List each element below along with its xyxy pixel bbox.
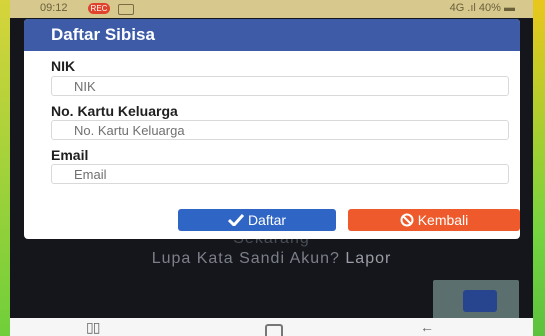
checkmark-icon (227, 214, 244, 226)
block-icon (400, 213, 414, 227)
kembali-button-label: Kembali (417, 212, 469, 228)
message-icon (118, 4, 134, 15)
back-arrow-icon[interactable]: ← (420, 319, 434, 335)
forgot-password-prompt: Lupa Kata Sandi Akun? (151, 250, 340, 267)
kartu-keluarga-input[interactable] (51, 120, 509, 140)
kembali-button[interactable]: Kembali (348, 209, 520, 231)
recent-apps-icon[interactable]: ▯▯ (86, 319, 100, 335)
lapor-link[interactable]: Lapor (345, 250, 391, 267)
daftar-button-label: Daftar (247, 212, 287, 228)
home-icon[interactable] (265, 324, 283, 336)
status-bar: 09:12 REC 4G .ıl 40% ▬ (10, 0, 533, 18)
status-time: 09:12 (40, 2, 68, 14)
phone-screen: 09:12 REC 4G .ıl 40% ▬ Sekarang Lupa Kat… (10, 0, 533, 336)
status-signal-battery: 4G .ıl 40% ▬ (449, 2, 515, 14)
left-edge (0, 0, 10, 336)
nik-label: NIK (51, 58, 76, 74)
navigation-bar: ▯▯ ← (10, 318, 533, 336)
registration-dialog: Daftar Sibisa NIK No. Kartu Keluarga Ema… (24, 19, 520, 239)
nik-input[interactable] (51, 76, 509, 96)
email-label: Email (51, 147, 89, 163)
recording-indicator-icon: REC (88, 3, 110, 14)
daftar-button[interactable]: Daftar (178, 209, 336, 231)
dialog-title: Daftar Sibisa (24, 19, 520, 51)
forgot-password-text: Lupa Kata Sandi Akun? Lapor (10, 250, 533, 268)
email-input[interactable] (51, 164, 509, 184)
kartu-keluarga-label: No. Kartu Keluarga (51, 103, 178, 119)
right-edge (533, 0, 545, 336)
captcha-icon (463, 290, 497, 312)
